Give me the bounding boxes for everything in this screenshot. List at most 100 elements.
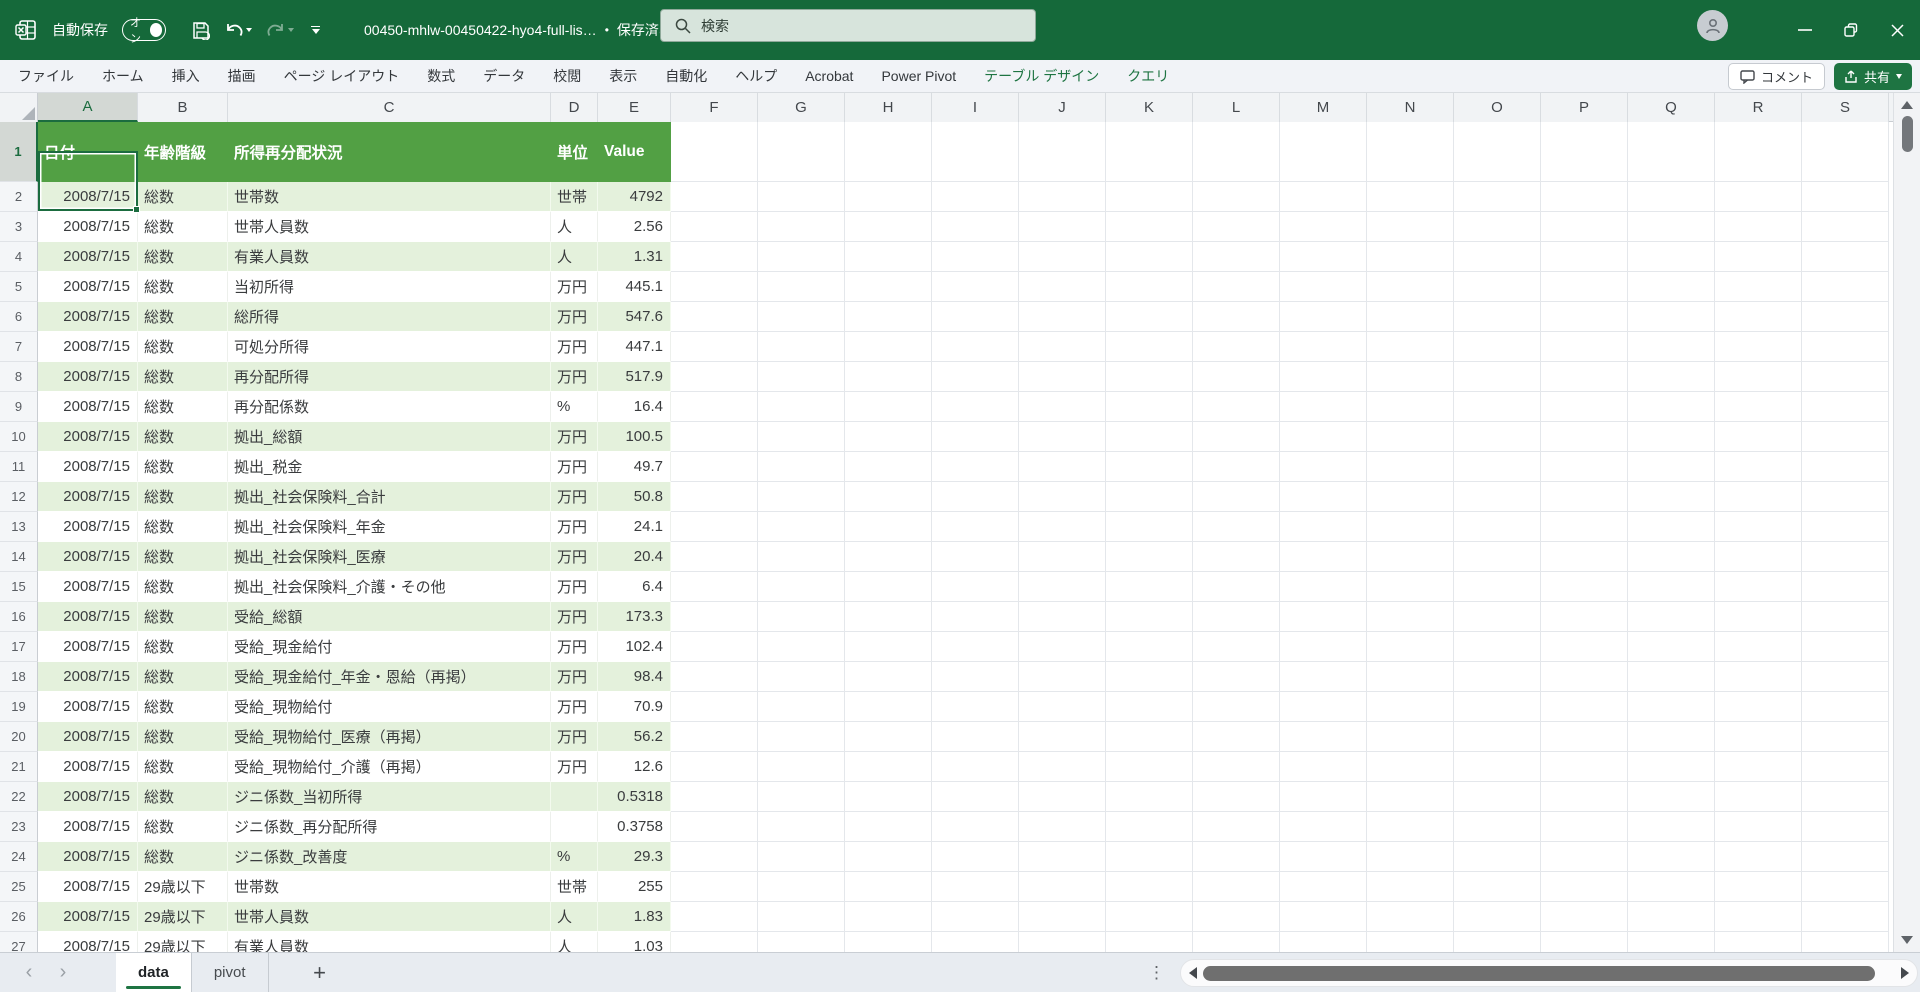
cell-E1[interactable]: Value [598, 122, 671, 182]
cell-G18[interactable] [758, 662, 845, 692]
row-header-9[interactable]: 9 [0, 392, 38, 422]
scroll-right-arrow-icon[interactable] [1901, 967, 1909, 979]
cell-G17[interactable] [758, 632, 845, 662]
cell-L11[interactable] [1193, 452, 1280, 482]
cell-B26[interactable]: 29歳以下 [138, 902, 228, 932]
cell-L15[interactable] [1193, 572, 1280, 602]
ribbon-tab-power-pivot[interactable]: Power Pivot [867, 60, 970, 92]
cell-D24[interactable]: % [551, 842, 598, 872]
cell-M24[interactable] [1280, 842, 1367, 872]
cell-D22[interactable] [551, 782, 598, 812]
cell-J14[interactable] [1019, 542, 1106, 572]
cell-P2[interactable] [1541, 182, 1628, 212]
cell-A5[interactable]: 2008/7/15 [38, 272, 138, 302]
excel-app-icon[interactable] [14, 18, 38, 42]
cell-I14[interactable] [932, 542, 1019, 572]
share-button[interactable]: 共有 [1833, 63, 1912, 90]
cell-R17[interactable] [1715, 632, 1802, 662]
cell-C7[interactable]: 可処分所得 [228, 332, 551, 362]
cell-O10[interactable] [1454, 422, 1541, 452]
cell-D13[interactable]: 万円 [551, 512, 598, 542]
cell-J9[interactable] [1019, 392, 1106, 422]
cell-Q2[interactable] [1628, 182, 1715, 212]
cell-O19[interactable] [1454, 692, 1541, 722]
save-button[interactable] [186, 17, 215, 44]
cell-O1[interactable] [1454, 122, 1541, 182]
cell-E10[interactable]: 100.5 [598, 422, 671, 452]
cell-J26[interactable] [1019, 902, 1106, 932]
cell-P22[interactable] [1541, 782, 1628, 812]
cell-P5[interactable] [1541, 272, 1628, 302]
cell-F27[interactable] [671, 932, 758, 952]
tabbar-resize-handle[interactable]: ⋮ [1148, 963, 1165, 983]
cell-D11[interactable]: 万円 [551, 452, 598, 482]
cell-B6[interactable]: 総数 [138, 302, 228, 332]
cell-C24[interactable]: ジニ係数_改善度 [228, 842, 551, 872]
cell-P25[interactable] [1541, 872, 1628, 902]
cell-F20[interactable] [671, 722, 758, 752]
row-header-17[interactable]: 17 [0, 632, 38, 662]
cell-P27[interactable] [1541, 932, 1628, 952]
cell-K27[interactable] [1106, 932, 1193, 952]
cell-N18[interactable] [1367, 662, 1454, 692]
cell-A23[interactable]: 2008/7/15 [38, 812, 138, 842]
cell-P7[interactable] [1541, 332, 1628, 362]
cell-L21[interactable] [1193, 752, 1280, 782]
cell-J3[interactable] [1019, 212, 1106, 242]
cell-I25[interactable] [932, 872, 1019, 902]
cell-H2[interactable] [845, 182, 932, 212]
cell-O2[interactable] [1454, 182, 1541, 212]
cell-S4[interactable] [1802, 242, 1889, 272]
cell-L7[interactable] [1193, 332, 1280, 362]
row-header-2[interactable]: 2 [0, 182, 38, 212]
cell-Q10[interactable] [1628, 422, 1715, 452]
cell-N7[interactable] [1367, 332, 1454, 362]
cell-L25[interactable] [1193, 872, 1280, 902]
cell-J2[interactable] [1019, 182, 1106, 212]
cell-L27[interactable] [1193, 932, 1280, 952]
scroll-down-arrow-icon[interactable] [1901, 936, 1913, 944]
ribbon-tab-page-layout[interactable]: ページ レイアウト [270, 60, 414, 92]
cell-P6[interactable] [1541, 302, 1628, 332]
cell-A20[interactable]: 2008/7/15 [38, 722, 138, 752]
cell-J12[interactable] [1019, 482, 1106, 512]
cell-N12[interactable] [1367, 482, 1454, 512]
cell-G1[interactable] [758, 122, 845, 182]
cell-Q7[interactable] [1628, 332, 1715, 362]
cell-S8[interactable] [1802, 362, 1889, 392]
row-header-3[interactable]: 3 [0, 212, 38, 242]
cell-G9[interactable] [758, 392, 845, 422]
cell-B25[interactable]: 29歳以下 [138, 872, 228, 902]
cell-B4[interactable]: 総数 [138, 242, 228, 272]
cell-R15[interactable] [1715, 572, 1802, 602]
cell-L22[interactable] [1193, 782, 1280, 812]
cell-E6[interactable]: 547.6 [598, 302, 671, 332]
cell-A9[interactable]: 2008/7/15 [38, 392, 138, 422]
cell-I12[interactable] [932, 482, 1019, 512]
cell-N2[interactable] [1367, 182, 1454, 212]
cell-I15[interactable] [932, 572, 1019, 602]
cell-D19[interactable]: 万円 [551, 692, 598, 722]
cell-B13[interactable]: 総数 [138, 512, 228, 542]
cell-G22[interactable] [758, 782, 845, 812]
cell-I19[interactable] [932, 692, 1019, 722]
cell-K12[interactable] [1106, 482, 1193, 512]
cell-R24[interactable] [1715, 842, 1802, 872]
row-header-11[interactable]: 11 [0, 452, 38, 482]
cell-H26[interactable] [845, 902, 932, 932]
cell-E4[interactable]: 1.31 [598, 242, 671, 272]
customize-quick-access-button[interactable] [307, 22, 324, 39]
cell-C13[interactable]: 拠出_社会保険料_年金 [228, 512, 551, 542]
cell-H9[interactable] [845, 392, 932, 422]
cell-Q21[interactable] [1628, 752, 1715, 782]
row-header-5[interactable]: 5 [0, 272, 38, 302]
cell-L14[interactable] [1193, 542, 1280, 572]
cell-G14[interactable] [758, 542, 845, 572]
row-header-23[interactable]: 23 [0, 812, 38, 842]
row-header-6[interactable]: 6 [0, 302, 38, 332]
cell-I9[interactable] [932, 392, 1019, 422]
row-header-18[interactable]: 18 [0, 662, 38, 692]
cell-P16[interactable] [1541, 602, 1628, 632]
cell-G21[interactable] [758, 752, 845, 782]
cell-B9[interactable]: 総数 [138, 392, 228, 422]
